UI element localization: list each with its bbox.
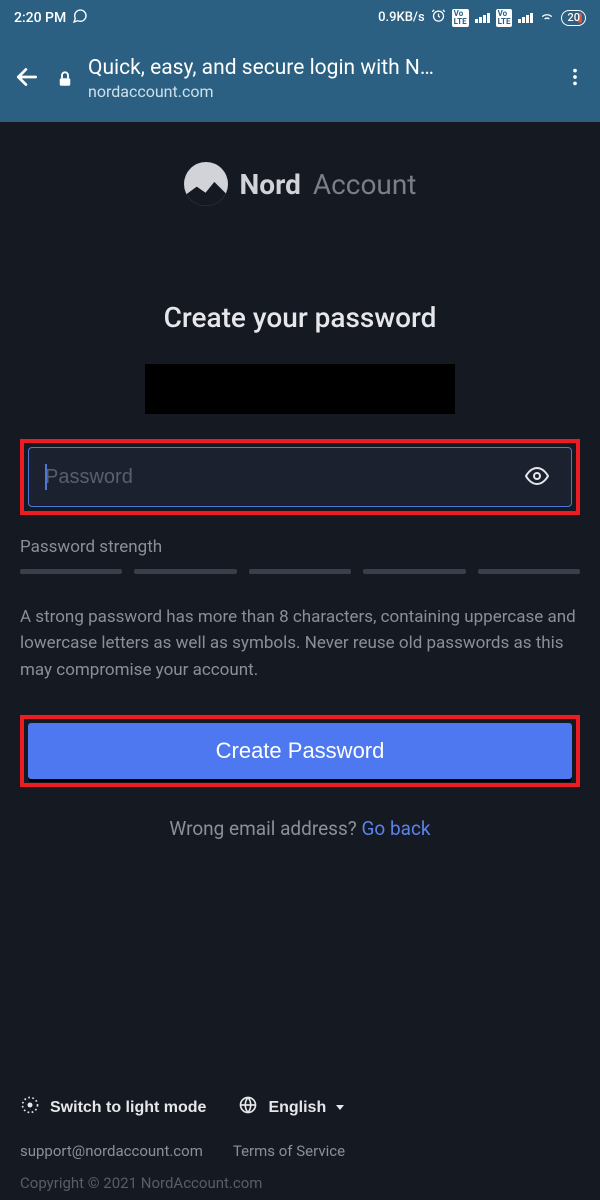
create-button-highlight-box: Create Password xyxy=(20,715,580,787)
language-label: English xyxy=(268,1099,326,1117)
globe-icon xyxy=(238,1095,258,1120)
theme-toggle-button[interactable]: Switch to light mode xyxy=(20,1095,206,1120)
lock-icon xyxy=(56,70,74,88)
wrong-email-text: Wrong email address? xyxy=(169,817,361,840)
password-strength-label: Password strength xyxy=(20,537,580,557)
url-bar[interactable]: Quick, easy, and secure login with N… no… xyxy=(88,56,434,101)
battery-indicator: 20 xyxy=(561,10,586,26)
clock-text: 2:20 PM xyxy=(14,10,66,26)
password-hint-text: A strong password has more than 8 charac… xyxy=(20,604,580,683)
signal-icon-2 xyxy=(518,13,533,23)
mountain-icon xyxy=(184,162,228,206)
password-field-wrapper[interactable] xyxy=(28,447,572,507)
strength-segment xyxy=(134,569,236,574)
sun-icon xyxy=(20,1095,40,1120)
password-strength-meter xyxy=(20,569,580,574)
support-email-link[interactable]: support@nordaccount.com xyxy=(20,1142,203,1160)
network-speed-text: 0.9KB/s xyxy=(378,10,425,25)
create-password-button[interactable]: Create Password xyxy=(28,723,572,779)
terms-of-service-link[interactable]: Terms of Service xyxy=(233,1142,345,1160)
browser-toolbar: Quick, easy, and secure login with N… no… xyxy=(0,35,600,122)
strength-segment xyxy=(478,569,580,574)
strength-segment xyxy=(249,569,351,574)
wifi-icon xyxy=(539,8,555,28)
logo-brand-text: Nord xyxy=(240,168,301,201)
status-bar: 2:20 PM 0.9KB/s VoLTE VoLTE 20 xyxy=(0,0,600,35)
copyright-text: Copyright © 2021 NordAccount.com xyxy=(20,1174,580,1192)
logo-suffix-text: Account xyxy=(313,168,417,201)
brand-logo: Nord Account xyxy=(20,162,580,206)
go-back-link[interactable]: Go back xyxy=(361,817,430,840)
redacted-email xyxy=(145,364,455,414)
menu-button[interactable] xyxy=(564,66,586,92)
strength-segment xyxy=(20,569,122,574)
wrong-email-row: Wrong email address? Go back xyxy=(20,817,580,840)
password-highlight-box xyxy=(20,439,580,515)
page-url: nordaccount.com xyxy=(88,82,434,101)
language-selector[interactable]: English xyxy=(238,1095,344,1120)
page-heading: Create your password xyxy=(20,301,580,334)
toggle-password-visibility-button[interactable] xyxy=(519,458,555,497)
page-footer: Switch to light mode English support@nor… xyxy=(0,1095,600,1200)
theme-toggle-label: Switch to light mode xyxy=(50,1099,206,1117)
back-button[interactable] xyxy=(14,64,40,94)
whatsapp-icon xyxy=(72,8,88,28)
chevron-down-icon xyxy=(336,1105,344,1110)
volte-badge: VoLTE xyxy=(452,9,469,27)
volte-badge-2: VoLTE xyxy=(496,9,513,27)
page-title: Quick, easy, and secure login with N… xyxy=(88,56,434,80)
alarm-icon xyxy=(431,8,446,27)
strength-segment xyxy=(363,569,465,574)
battery-pct: 20 xyxy=(567,11,580,24)
signal-icon xyxy=(475,13,490,23)
eye-icon xyxy=(525,476,549,491)
password-input[interactable] xyxy=(45,466,519,489)
